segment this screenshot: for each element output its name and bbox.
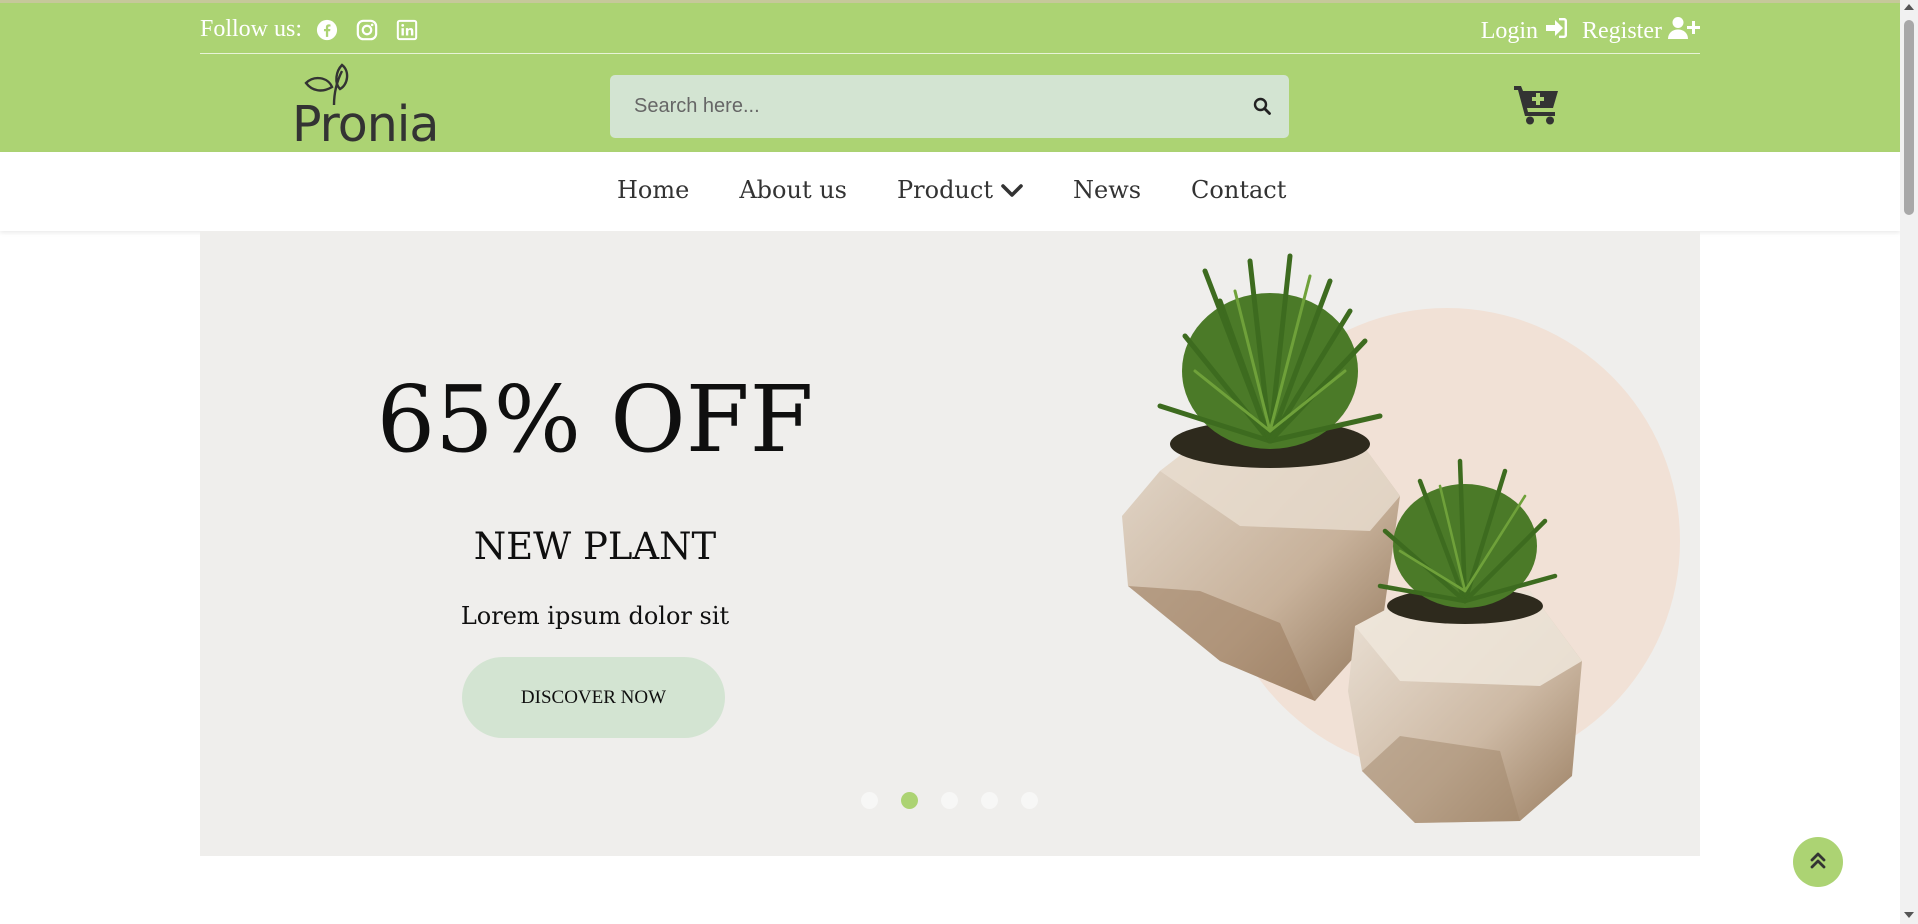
hero-plant-image — [1122, 253, 1680, 823]
site-header: Follow us: Login Register Pronia Search … — [0, 0, 1900, 153]
slider-dot[interactable] — [981, 792, 998, 809]
register-label: Register — [1582, 18, 1662, 44]
cart-plus-icon[interactable] — [1514, 83, 1560, 129]
search-input[interactable] — [610, 75, 1230, 138]
top-bar: Follow us: Login Register — [200, 3, 1700, 54]
follow-label: Follow us: — [200, 16, 303, 42]
auth-links: Login Register — [1481, 16, 1700, 47]
chevron-down-icon — [1001, 176, 1023, 204]
instagram-icon[interactable] — [356, 19, 378, 41]
back-to-top-button[interactable] — [1793, 837, 1843, 887]
nav-item-about-us[interactable]: About us — [739, 176, 847, 204]
discover-now-button[interactable]: DISCOVER NOW — [462, 657, 725, 738]
slider-dot[interactable] — [861, 792, 878, 809]
scroll-down-arrow-icon[interactable] — [1904, 912, 1914, 918]
nav-item-label: About us — [739, 176, 847, 204]
login-label: Login — [1480, 18, 1539, 44]
nav-item-product[interactable]: Product — [897, 176, 1023, 204]
search-box — [610, 75, 1289, 138]
main-nav-bar: Home About us Product News Contact — [0, 152, 1900, 231]
slider-dot[interactable] — [901, 792, 918, 809]
nav-item-home[interactable]: Home — [617, 176, 689, 204]
nav-item-label: Product — [897, 176, 993, 204]
nav-item-label: Home — [617, 176, 690, 204]
slider-dot[interactable] — [1021, 792, 1038, 809]
search-icon[interactable] — [1253, 97, 1271, 119]
slider-dot[interactable] — [941, 792, 958, 809]
nav-item-label: Contact — [1191, 176, 1287, 204]
login-link[interactable]: Login — [1481, 17, 1568, 46]
slider-dots — [861, 792, 1038, 809]
user-plus-icon — [1668, 16, 1700, 47]
follow-us: Follow us: — [200, 16, 418, 43]
hero-subheadline: NEW PLANT — [473, 525, 717, 568]
main-nav: Home About us Product News Contact — [617, 176, 1286, 204]
hero-text: Lorem ipsum dolor sit — [460, 602, 730, 630]
nav-item-label: News — [1072, 176, 1142, 204]
scrollbar-thumb[interactable] — [1904, 20, 1914, 215]
double-chevron-up-icon — [1809, 850, 1827, 874]
scroll-up-arrow-icon[interactable] — [1904, 4, 1914, 10]
nav-item-news[interactable]: News — [1073, 176, 1141, 204]
register-link[interactable]: Register — [1582, 16, 1700, 47]
facebook-icon[interactable] — [316, 19, 338, 41]
sign-in-icon — [1544, 17, 1568, 46]
nav-item-contact[interactable]: Contact — [1191, 176, 1286, 204]
social-links — [316, 19, 418, 41]
logo-text: Pronia — [292, 96, 439, 153]
site-logo[interactable]: Pronia — [292, 63, 439, 153]
page-scrollbar[interactable] — [1900, 0, 1918, 924]
hero-headline: 65% OFF — [376, 366, 814, 473]
linkedin-icon[interactable] — [396, 19, 418, 41]
hero-slider: 65% OFF NEW PLANT Lorem ipsum dolor sit … — [200, 231, 1700, 856]
